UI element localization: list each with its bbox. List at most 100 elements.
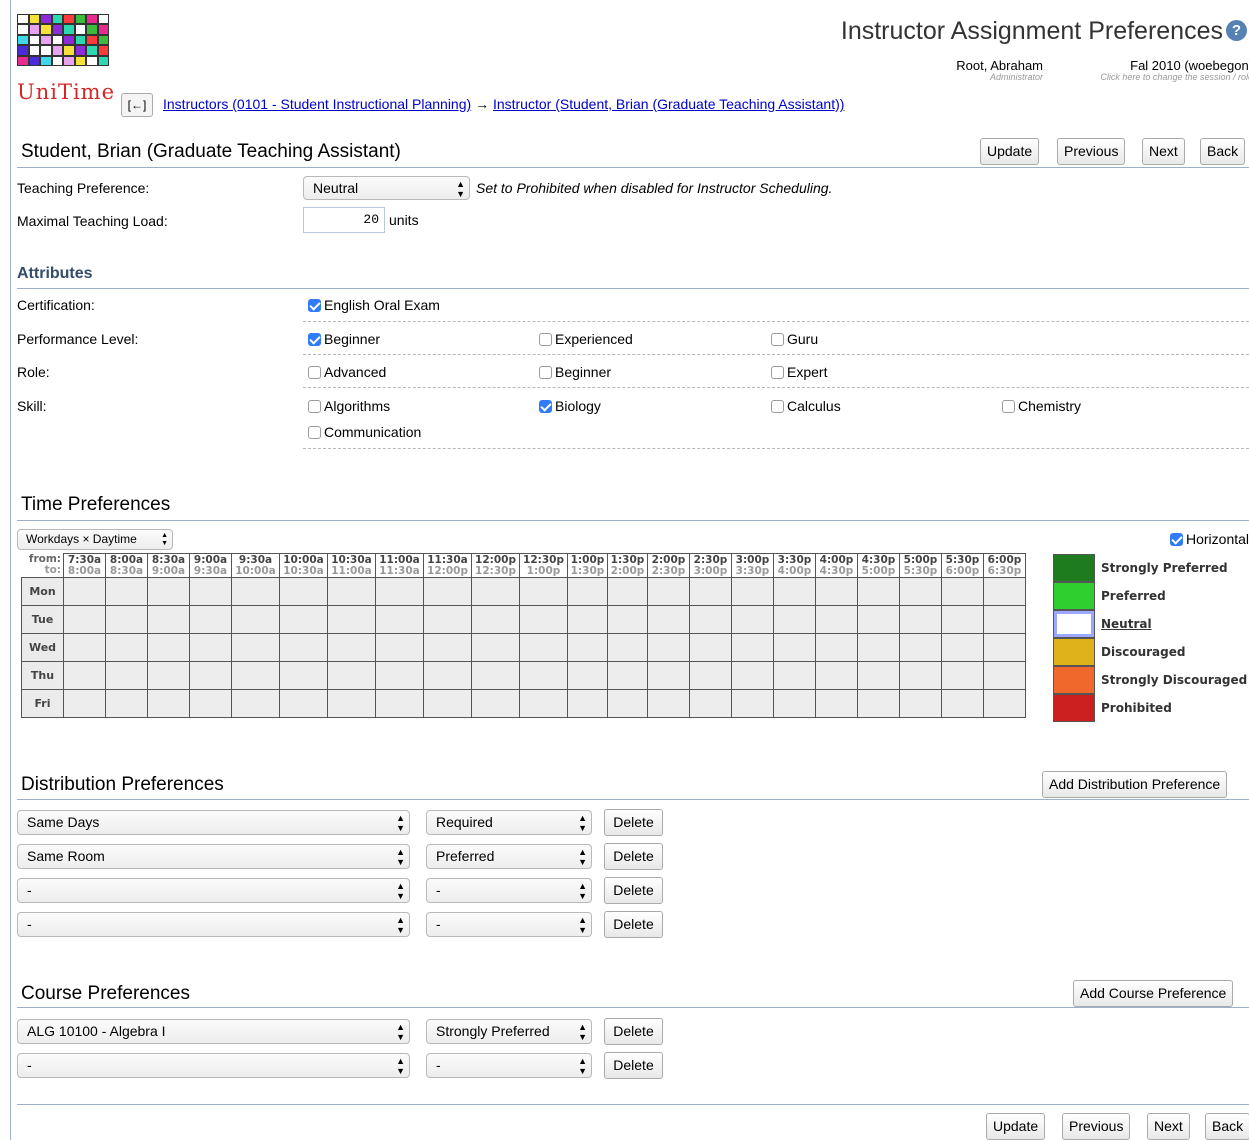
time-cell[interactable] — [63, 661, 106, 690]
update-button-bottom[interactable]: Update — [986, 1113, 1046, 1140]
time-cell[interactable] — [63, 605, 106, 634]
time-slot-header[interactable]: 1:30p 2:00p — [607, 553, 648, 578]
time-cell[interactable] — [899, 577, 942, 606]
time-cell[interactable] — [423, 661, 472, 690]
time-cell[interactable] — [279, 605, 328, 634]
time-cell[interactable] — [327, 605, 376, 634]
checkbox-advanced[interactable]: Advanced — [308, 364, 386, 380]
time-cell[interactable] — [689, 577, 732, 606]
time-slot-header[interactable]: 4:00p 4:30p — [815, 553, 858, 578]
update-button-top[interactable]: Update — [980, 138, 1040, 165]
time-cell[interactable] — [941, 661, 984, 690]
time-cell[interactable] — [731, 605, 774, 634]
preference-level-select[interactable]: Preferred ▲ ▼ — [426, 844, 592, 869]
checkbox-english-oral-exam[interactable]: English Oral Exam — [308, 297, 440, 313]
time-cell[interactable] — [147, 689, 190, 718]
time-cell[interactable] — [983, 605, 1026, 634]
day-header[interactable]: Tue — [21, 605, 64, 634]
next-button-bottom[interactable]: Next — [1147, 1113, 1190, 1140]
time-cell[interactable] — [231, 689, 280, 718]
legend-item[interactable]: Strongly Preferred — [1053, 554, 1249, 582]
help-icon[interactable]: ? — [1226, 20, 1247, 41]
time-slot-header[interactable]: 7:30a 8:00a — [63, 553, 106, 578]
time-cell[interactable] — [941, 577, 984, 606]
time-cell[interactable] — [857, 605, 900, 634]
time-slot-header[interactable]: 12:00p 12:30p — [471, 553, 520, 578]
time-cell[interactable] — [607, 605, 648, 634]
time-slot-header[interactable]: 5:30p 6:00p — [941, 553, 984, 578]
time-cell[interactable] — [327, 661, 376, 690]
time-cell[interactable] — [231, 661, 280, 690]
time-cell[interactable] — [983, 689, 1026, 718]
time-cell[interactable] — [189, 689, 232, 718]
delete-button[interactable]: Delete — [604, 911, 663, 938]
previous-button-top[interactable]: Previous — [1057, 138, 1126, 165]
checkbox-beginner-role[interactable]: Beginner — [539, 364, 611, 380]
time-cell[interactable] — [647, 689, 690, 718]
time-cell[interactable] — [647, 661, 690, 690]
checkbox-beginner-performance[interactable]: Beginner — [308, 331, 380, 347]
time-slot-header[interactable]: 6:00p 6:30p — [983, 553, 1026, 578]
time-cell[interactable] — [375, 605, 424, 634]
time-cell[interactable] — [189, 605, 232, 634]
time-slot-header[interactable]: 11:30a 12:00p — [423, 553, 472, 578]
time-cell[interactable] — [375, 661, 424, 690]
user-info[interactable]: Root, Abraham Administrator — [943, 58, 1043, 82]
back-button-bottom[interactable]: Back — [1205, 1113, 1249, 1140]
time-cell[interactable] — [607, 661, 648, 690]
time-slot-header[interactable]: 4:30p 5:00p — [857, 553, 900, 578]
time-cell[interactable] — [607, 633, 648, 662]
time-cell[interactable] — [689, 605, 732, 634]
time-cell[interactable] — [519, 633, 568, 662]
time-cell[interactable] — [189, 633, 232, 662]
time-slot-header[interactable]: 8:00a 8:30a — [105, 553, 148, 578]
time-slot-header[interactable]: 2:30p 3:00p — [689, 553, 732, 578]
time-cell[interactable] — [147, 633, 190, 662]
time-cell[interactable] — [773, 633, 816, 662]
time-cell[interactable] — [519, 577, 568, 606]
time-cell[interactable] — [941, 605, 984, 634]
time-slot-header[interactable]: 2:00p 2:30p — [647, 553, 690, 578]
time-cell[interactable] — [231, 605, 280, 634]
time-cell[interactable] — [519, 661, 568, 690]
time-slot-header[interactable]: 9:00a 9:30a — [189, 553, 232, 578]
checkbox-experienced[interactable]: Experienced — [539, 331, 633, 347]
time-slot-header[interactable]: 10:30a 11:00a — [327, 553, 376, 578]
time-cell[interactable] — [983, 577, 1026, 606]
checkbox-algorithms[interactable]: Algorithms — [308, 398, 390, 414]
time-cell[interactable] — [519, 605, 568, 634]
time-cell[interactable] — [279, 577, 328, 606]
time-cell[interactable] — [567, 689, 608, 718]
time-cell[interactable] — [279, 633, 328, 662]
legend-item[interactable]: Preferred — [1053, 582, 1249, 610]
time-cell[interactable] — [105, 689, 148, 718]
time-slot-header[interactable]: 5:00p 5:30p — [899, 553, 942, 578]
time-slot-header[interactable]: 1:00p 1:30p — [567, 553, 608, 578]
delete-button[interactable]: Delete — [604, 877, 663, 904]
time-cell[interactable] — [647, 577, 690, 606]
time-cell[interactable] — [63, 633, 106, 662]
time-cell[interactable] — [279, 689, 328, 718]
time-cell[interactable] — [567, 577, 608, 606]
time-cell[interactable] — [941, 633, 984, 662]
time-cell[interactable] — [689, 661, 732, 690]
preference-level-select[interactable]: Strongly Preferred ▲ ▼ — [426, 1019, 592, 1044]
time-cell[interactable] — [375, 577, 424, 606]
day-header[interactable]: Wed — [21, 633, 64, 662]
time-cell[interactable] — [731, 577, 774, 606]
next-button-top[interactable]: Next — [1142, 138, 1185, 165]
time-cell[interactable] — [647, 633, 690, 662]
preference-level-select[interactable]: Required ▲ ▼ — [426, 810, 592, 835]
time-cell[interactable] — [567, 605, 608, 634]
time-cell[interactable] — [189, 661, 232, 690]
time-cell[interactable] — [471, 577, 520, 606]
time-cell[interactable] — [689, 689, 732, 718]
time-cell[interactable] — [773, 661, 816, 690]
preference-level-select[interactable]: - ▲ ▼ — [426, 1053, 592, 1078]
time-cell[interactable] — [471, 689, 520, 718]
time-cell[interactable] — [375, 689, 424, 718]
legend-item[interactable]: Discouraged — [1053, 638, 1249, 666]
time-cell[interactable] — [815, 661, 858, 690]
time-slot-header[interactable]: 10:00a 10:30a — [279, 553, 328, 578]
time-cell[interactable] — [689, 633, 732, 662]
